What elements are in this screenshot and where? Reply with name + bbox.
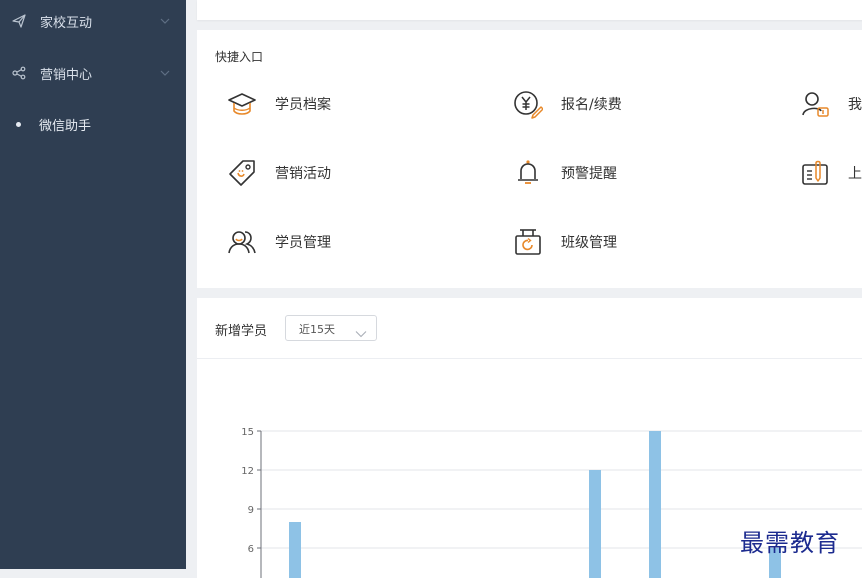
bell-icon bbox=[513, 158, 543, 188]
chart-bar[interactable] bbox=[589, 470, 601, 578]
y-tick-label: 9 bbox=[248, 505, 254, 516]
y-tick-label: 12 bbox=[241, 466, 254, 477]
sidebar-item-home-school[interactable]: 家校互动 bbox=[0, 3, 186, 39]
quick-label: 学员档案 bbox=[275, 97, 331, 113]
tag-icon bbox=[227, 158, 257, 188]
sidebar-item-marketing[interactable]: 营销中心 bbox=[0, 55, 186, 91]
quick-label: 预警提醒 bbox=[561, 166, 617, 182]
chart-bar[interactable] bbox=[289, 522, 301, 578]
y-tick-label: 15 bbox=[241, 427, 254, 438]
quick-marketing-activity[interactable]: 营销活动 bbox=[227, 158, 331, 188]
top-card bbox=[197, 0, 862, 20]
quick-enroll-renew[interactable]: 报名/续费 bbox=[513, 89, 622, 119]
chevron-down-icon bbox=[160, 66, 170, 81]
class-board-icon bbox=[513, 227, 543, 257]
quick-upload[interactable]: 上 bbox=[800, 158, 862, 188]
sidebar: 家校互动 营销中心 微信助手 bbox=[0, 0, 186, 569]
quick-label: 学员管理 bbox=[275, 235, 331, 251]
upload-doc-icon bbox=[800, 158, 830, 188]
paper-plane-icon bbox=[11, 13, 27, 29]
card-title: 快捷入口 bbox=[215, 50, 264, 64]
quick-label: 营销活动 bbox=[275, 166, 331, 182]
user-badge-icon bbox=[800, 89, 830, 119]
quick-student-archive[interactable]: 学员档案 bbox=[227, 89, 331, 119]
chart-bar[interactable] bbox=[649, 431, 661, 578]
quick-label: 上 bbox=[848, 166, 862, 182]
quick-warning-reminder[interactable]: 预警提醒 bbox=[513, 158, 617, 188]
quick-label: 我 bbox=[848, 97, 862, 113]
share-icon bbox=[11, 65, 27, 81]
students-icon bbox=[227, 227, 257, 257]
main-content: 快捷入口 学员档案 报名/续费 我 营销活动 预警提醒 上 学员管理 班级管理 … bbox=[186, 0, 862, 578]
yen-coin-icon bbox=[513, 89, 543, 119]
graduation-cap-icon bbox=[227, 89, 257, 119]
bullet-dot bbox=[16, 121, 21, 127]
chevron-down-icon bbox=[160, 14, 170, 29]
sidebar-item-wechat-assistant[interactable]: 微信助手 bbox=[0, 106, 186, 142]
quick-label: 报名/续费 bbox=[561, 97, 622, 113]
quick-mine[interactable]: 我 bbox=[800, 89, 862, 119]
quick-label: 班级管理 bbox=[561, 235, 617, 251]
quick-class-management[interactable]: 班级管理 bbox=[513, 227, 617, 257]
y-tick-label: 6 bbox=[248, 544, 254, 555]
watermark: 最需教育 bbox=[740, 529, 840, 557]
sidebar-item-label: 家校互动 bbox=[40, 15, 93, 31]
sidebar-item-label: 微信助手 bbox=[39, 118, 92, 134]
quick-entry-card: 快捷入口 学员档案 报名/续费 我 营销活动 预警提醒 上 学员管理 班级管理 bbox=[197, 30, 862, 288]
quick-student-management[interactable]: 学员管理 bbox=[227, 227, 331, 257]
sidebar-item-label: 营销中心 bbox=[40, 67, 93, 83]
